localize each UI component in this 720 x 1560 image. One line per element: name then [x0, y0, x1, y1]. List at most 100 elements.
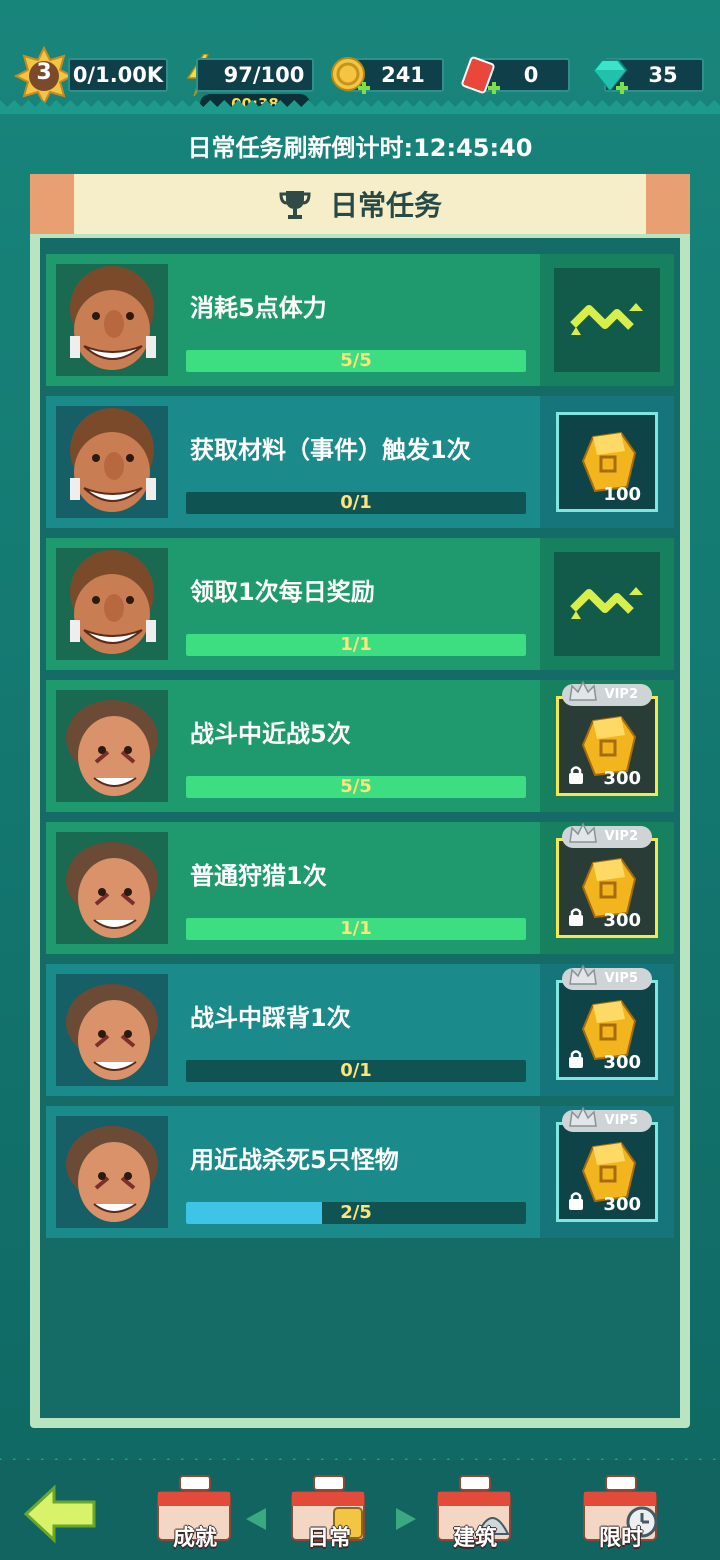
task-info: 用近战杀死5只怪物 2/5: [46, 1106, 540, 1238]
task-portrait: [56, 406, 168, 518]
lock-icon: [569, 1050, 583, 1068]
task-row[interactable]: 领取1次每日奖励 1/1: [46, 538, 674, 670]
vip-label: VIP2: [604, 687, 638, 702]
task-info: 普通狩猎1次 1/1: [46, 822, 540, 954]
exp-value: 0/1.00K: [72, 63, 164, 87]
gem-value: 35: [648, 63, 678, 87]
header-ornament-right: [646, 174, 690, 234]
reward-box[interactable]: 300: [556, 1122, 658, 1222]
vip-badge: VIP5: [562, 1106, 652, 1132]
task-name: 战斗中踩背1次: [190, 1004, 351, 1032]
vip-label: VIP2: [604, 829, 638, 844]
nav-limited[interactable]: 限时: [576, 1472, 666, 1560]
reward-amount: 300: [603, 910, 641, 931]
nav-achievements-label: 成就: [172, 1526, 217, 1551]
task-row[interactable]: 用近战杀死5只怪物 2/5 300 VIP5: [46, 1106, 674, 1238]
task-portrait: [56, 264, 168, 376]
tribesman-portrait-icon: [70, 550, 156, 654]
vip-badge: VIP5: [562, 964, 652, 990]
task-progress-bar: 5/5: [186, 776, 526, 798]
task-row[interactable]: 普通狩猎1次 1/1 300 VIP2: [46, 822, 674, 954]
progress-text: 5/5: [340, 350, 372, 371]
task-progress-bar: 0/1: [186, 1060, 526, 1082]
nav-achievements[interactable]: 成就: [150, 1472, 240, 1560]
back-arrow-icon[interactable]: [20, 1484, 100, 1544]
top-zigzag-divider: [0, 100, 720, 114]
ticket-value: 0: [523, 63, 539, 87]
gem-add-icon[interactable]: [588, 56, 630, 98]
task-progress-bar: 1/1: [186, 918, 526, 940]
progress-text: 1/1: [340, 634, 372, 655]
reward-box[interactable]: 300: [556, 838, 658, 938]
task-row[interactable]: 战斗中近战5次 5/5 300 VIP2: [46, 680, 674, 812]
hunter-portrait-icon: [66, 984, 158, 1080]
task-name: 获取材料（事件）触发1次: [190, 436, 471, 464]
vip-crown-icon: [569, 1106, 597, 1127]
vip-label: VIP5: [604, 1113, 638, 1128]
hunter-portrait-icon: [66, 842, 158, 938]
reward-amount: 100: [603, 484, 641, 505]
task-portrait: [56, 974, 168, 1086]
task-reward: 300 VIP2: [540, 680, 674, 812]
task-portrait: [56, 832, 168, 944]
progress-text: 2/5: [340, 1202, 372, 1223]
lock-icon: [569, 766, 583, 784]
vip-badge: VIP2: [562, 822, 652, 848]
lock-icon: [569, 1192, 583, 1210]
header-ornament-left: [30, 174, 74, 234]
tribesman-portrait-icon: [70, 266, 156, 370]
progress-text: 0/1: [340, 1060, 372, 1081]
task-row[interactable]: 获取材料（事件）触发1次 0/1 100: [46, 396, 674, 528]
refresh-countdown: 日常任务刷新倒计时:12:45:40: [187, 134, 533, 162]
coin-add-icon[interactable]: [330, 56, 372, 98]
claimed-check-icon: [570, 303, 643, 335]
vip-crown-icon: [569, 964, 597, 985]
task-info: 领取1次每日奖励 1/1: [46, 538, 540, 670]
task-name: 普通狩猎1次: [190, 862, 327, 890]
progress-text: 5/5: [340, 776, 372, 797]
nav-daily-label: 日常: [306, 1526, 351, 1551]
bottom-nav: 成就 日常 建筑 限时: [0, 1460, 720, 1560]
task-name: 消耗5点体力: [190, 294, 327, 322]
hunter-portrait-icon: [66, 1126, 158, 1222]
lock-icon: [569, 908, 583, 926]
reward-claimed: [554, 552, 660, 656]
task-reward: 300 VIP2: [540, 822, 674, 954]
task-name: 用近战杀死5只怪物: [190, 1146, 399, 1174]
reward-amount: 300: [603, 768, 641, 789]
level-value: 3: [36, 60, 52, 85]
task-reward: 300 VIP5: [540, 964, 674, 1096]
resource-bar: 3 0/1.00K 97/100 00:38 241 0 35: [0, 0, 720, 114]
task-reward: [540, 538, 674, 670]
task-reward: 300 VIP5: [540, 1106, 674, 1238]
task-row[interactable]: 消耗5点体力 5/5: [46, 254, 674, 386]
tribesman-portrait-icon: [70, 408, 156, 512]
reward-amount: 300: [603, 1194, 641, 1215]
arrow-right-icon: [396, 1508, 416, 1530]
nav-daily[interactable]: 日常: [284, 1472, 374, 1560]
task-progress-bar: 2/5: [186, 1202, 526, 1224]
reward-box[interactable]: 300: [556, 980, 658, 1080]
task-portrait: [56, 690, 168, 802]
nav-limited-label: 限时: [598, 1526, 643, 1551]
task-portrait: [56, 548, 168, 660]
stamina-display[interactable]: 97/100: [196, 58, 314, 92]
task-info: 消耗5点体力 5/5: [46, 254, 540, 386]
reward-box[interactable]: 100: [556, 412, 658, 512]
progress-text: 0/1: [340, 492, 372, 513]
ticket-add-icon[interactable]: [460, 56, 502, 98]
task-name: 战斗中近战5次: [190, 720, 351, 748]
stamina-value: 97/100: [223, 63, 305, 87]
panel-title: 日常任务: [329, 189, 442, 222]
vip-crown-icon: [569, 680, 597, 701]
task-row[interactable]: 战斗中踩背1次 0/1 300 VIP5: [46, 964, 674, 1096]
task-info: 获取材料（事件）触发1次 0/1: [46, 396, 540, 528]
trophy-icon: [279, 191, 311, 219]
nav-building[interactable]: 建筑: [430, 1472, 520, 1560]
panel-header: 日常任务: [30, 174, 690, 234]
reward-box[interactable]: 300: [556, 696, 658, 796]
reward-claimed: [554, 268, 660, 372]
coin-value: 241: [381, 63, 425, 87]
nav-building-label: 建筑: [452, 1526, 497, 1551]
vip-crown-icon: [569, 822, 597, 843]
